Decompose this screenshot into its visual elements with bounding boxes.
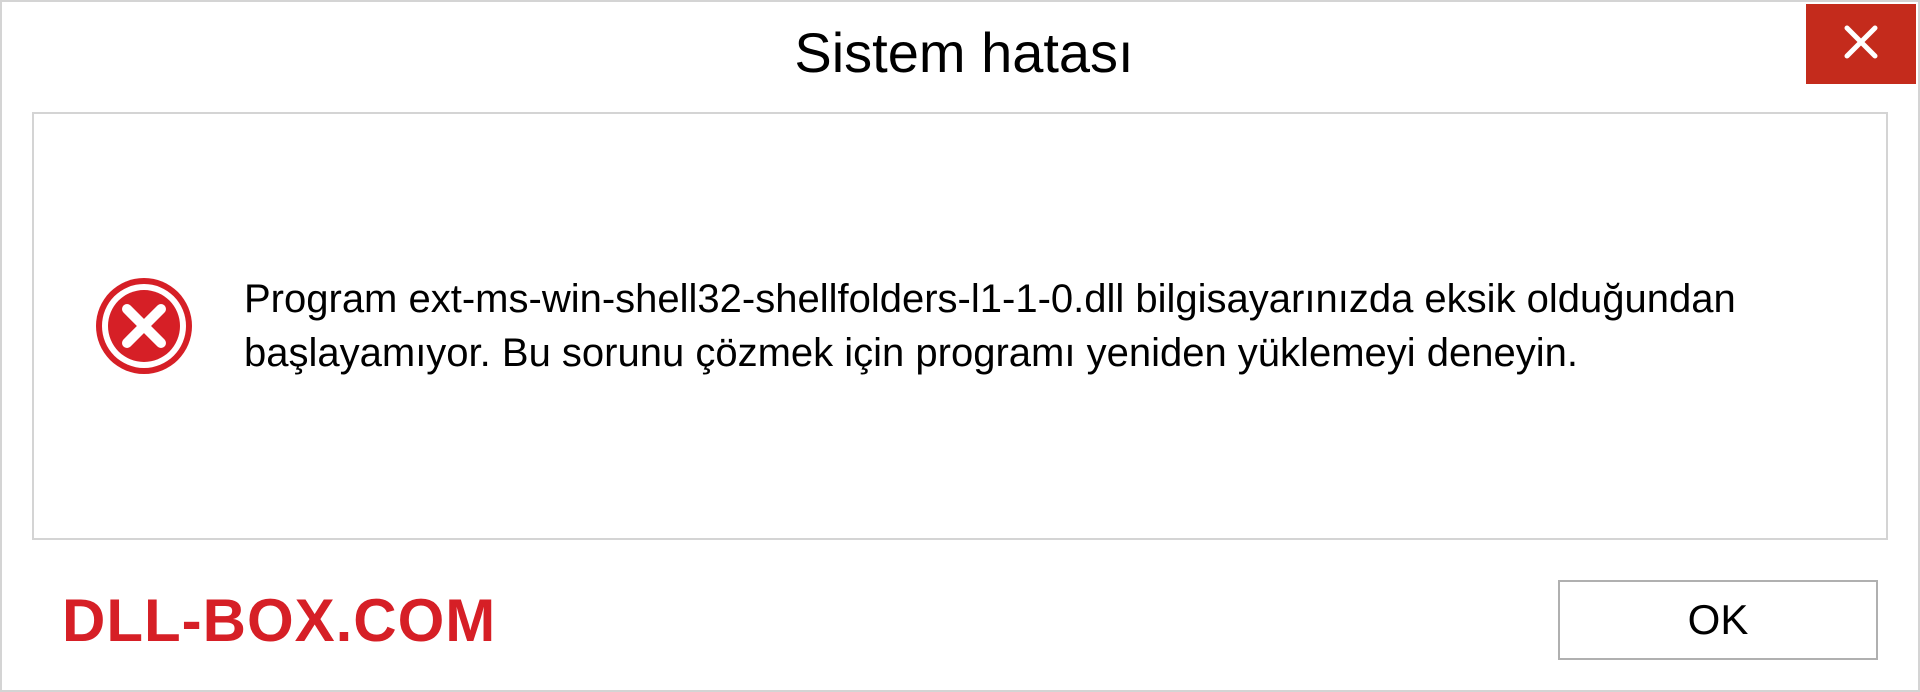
- dialog-title: Sistem hatası: [674, 20, 1133, 85]
- close-button[interactable]: [1806, 4, 1916, 84]
- error-message: Program ext-ms-win-shell32-shellfolders-…: [244, 272, 1826, 380]
- footer: DLL-BOX.COM OK: [2, 560, 1918, 690]
- titlebar: Sistem hatası: [2, 2, 1918, 102]
- error-dialog: Sistem hatası Program ext-ms-win-shell32…: [0, 0, 1920, 692]
- close-icon: [1841, 22, 1881, 67]
- error-icon: [94, 276, 194, 376]
- ok-button[interactable]: OK: [1558, 580, 1878, 660]
- watermark-text: DLL-BOX.COM: [62, 586, 496, 655]
- content-area: Program ext-ms-win-shell32-shellfolders-…: [32, 112, 1888, 540]
